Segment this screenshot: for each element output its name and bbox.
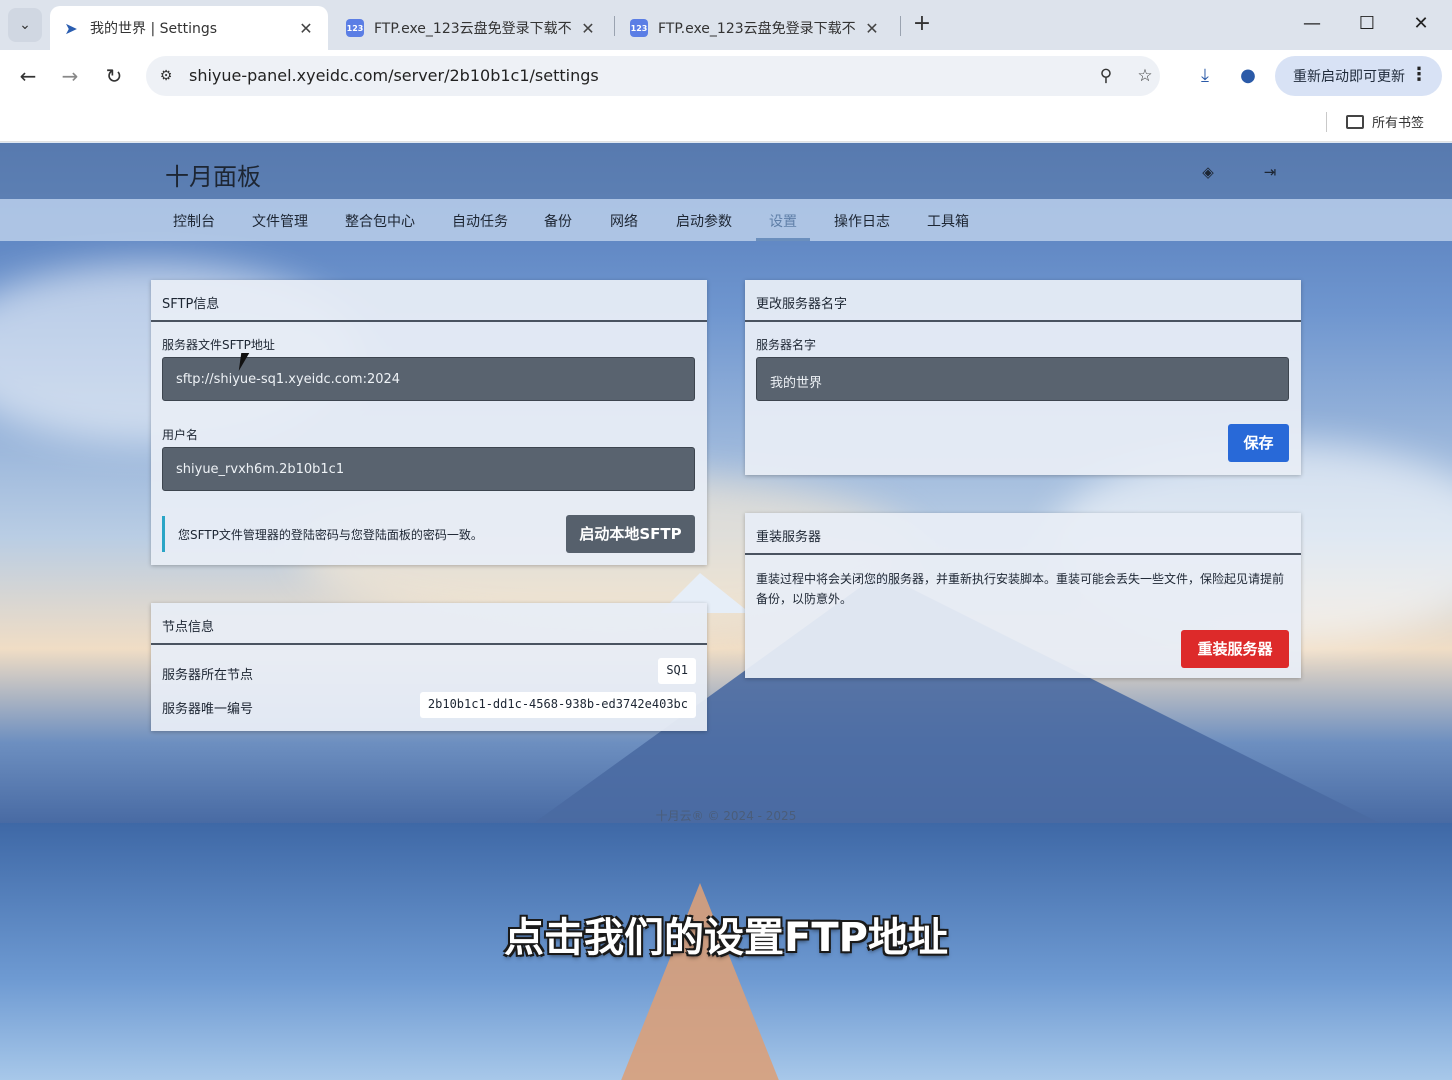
all-bookmarks-label: 所有书签 bbox=[1372, 116, 1425, 131]
profile-icon[interactable]: ● bbox=[1234, 62, 1262, 90]
save-button[interactable]: 保存 bbox=[1228, 424, 1289, 462]
bookmarks-divider bbox=[1326, 112, 1327, 132]
sftp-password-note: 您SFTP文件管理器的登陆密码与您登陆面板的密码一致。 bbox=[162, 516, 552, 552]
address-bar[interactable]: ⚙ shiyue-panel.xyeidc.com/server/2b10b1c… bbox=[146, 56, 1160, 96]
close-icon[interactable]: ✕ bbox=[862, 19, 882, 38]
rename-card: 更改服务器名字 服务器名字 我的世界 保存 bbox=[745, 280, 1301, 475]
reinstall-description: 重装过程中将会关闭您的服务器，并重新执行安装脚本。重装可能会丢失一些文件，保险起… bbox=[756, 572, 1285, 606]
minimize-button[interactable]: — bbox=[1289, 8, 1335, 40]
server-id-value: 2b10b1c1-dd1c-4568-938b-ed3742e403bc bbox=[419, 692, 696, 718]
reinstall-server-button[interactable]: 重装服务器 bbox=[1181, 630, 1289, 668]
zoom-icon[interactable]: ⚲ bbox=[1094, 64, 1118, 88]
download-icon[interactable]: ⤓ bbox=[1191, 62, 1219, 90]
tab-search-button[interactable]: ⌄ bbox=[8, 8, 42, 42]
start-local-sftp-button[interactable]: 启动本地SFTP bbox=[566, 515, 695, 553]
tab-title: FTP.exe_123云盘免登录下载不 bbox=[658, 21, 856, 37]
tab-title: 我的世界 | Settings bbox=[90, 21, 218, 37]
nav-schedules[interactable]: 自动任务 bbox=[452, 211, 508, 231]
nav-backups[interactable]: 备份 bbox=[544, 211, 572, 231]
video-subtitle: 点击我们的设置FTP地址 bbox=[504, 915, 948, 961]
nav-settings[interactable]: 设置 bbox=[769, 211, 797, 231]
browser-toolbar: ← → ↻ ⚙ shiyue-panel.xyeidc.com/server/2… bbox=[0, 50, 1452, 102]
all-bookmarks-button[interactable]: 所有书签 bbox=[1346, 112, 1424, 131]
tab-divider bbox=[900, 16, 901, 36]
back-button[interactable]: ← bbox=[14, 62, 42, 90]
url-text[interactable]: shiyue-panel.xyeidc.com/server/2b10b1c1/… bbox=[189, 66, 599, 85]
logout-icon[interactable]: ⇥ bbox=[1259, 161, 1281, 183]
sftp-card-header: SFTP信息 bbox=[151, 280, 707, 322]
bookmarks-bar: 所有书签 bbox=[0, 102, 1452, 142]
maximize-button[interactable]: ☐ bbox=[1344, 8, 1390, 40]
sftp-username-field[interactable]: shiyue_rvxh6m.2b10b1c1 bbox=[162, 447, 695, 491]
sftp-address-label: 服务器文件SFTP地址 bbox=[162, 338, 275, 352]
node-info-card: 节点信息 服务器所在节点 SQ1 服务器唯一编号 2b10b1c1-dd1c-4… bbox=[151, 603, 707, 731]
nav-toolbox[interactable]: 工具箱 bbox=[927, 211, 969, 231]
nav-console[interactable]: 控制台 bbox=[173, 211, 215, 231]
nav-active-indicator bbox=[756, 238, 810, 241]
tab-123pan-1[interactable]: 123 FTP.exe_123云盘免登录下载不 ✕ bbox=[334, 6, 610, 50]
server-name-field[interactable]: 我的世界 bbox=[756, 357, 1289, 401]
page-content: 十月面板 ◈ ⇥ 控制台 文件管理 整合包中心 自动任务 备份 网络 启动参数 … bbox=[0, 143, 1452, 1080]
window-close-button[interactable]: ✕ bbox=[1398, 8, 1444, 40]
bird-icon: ➤ bbox=[64, 18, 78, 38]
close-icon[interactable]: ✕ bbox=[578, 19, 598, 38]
new-tab-button[interactable]: + bbox=[908, 10, 936, 38]
layers-icon[interactable]: ◈ bbox=[1197, 161, 1219, 183]
nav-modpacks[interactable]: 整合包中心 bbox=[345, 211, 415, 231]
update-label: 重新启动即可更新 bbox=[1293, 69, 1405, 85]
tab-settings[interactable]: ➤ 我的世界 | Settings ✕ bbox=[50, 6, 328, 50]
server-id-label: 服务器唯一编号 bbox=[162, 702, 254, 717]
tab-strip: ⌄ ➤ 我的世界 | Settings ✕ 123 FTP.exe_123云盘免… bbox=[0, 0, 1452, 50]
more-menu-icon[interactable]: ⋮ bbox=[1410, 64, 1428, 85]
nav-files[interactable]: 文件管理 bbox=[252, 211, 308, 231]
panel-footer: 十月云® © 2024 - 2025 bbox=[655, 809, 797, 823]
forward-button[interactable]: → bbox=[56, 62, 84, 90]
reload-button[interactable]: ↻ bbox=[100, 62, 128, 90]
nav-activity-log[interactable]: 操作日志 bbox=[834, 211, 890, 231]
123pan-icon: 123 bbox=[630, 19, 648, 37]
sftp-card: SFTP信息 服务器文件SFTP地址 sftp://shiyue-sq1.xye… bbox=[151, 280, 707, 565]
nav-startup[interactable]: 启动参数 bbox=[676, 211, 732, 231]
star-icon[interactable]: ☆ bbox=[1133, 64, 1157, 88]
panel-title: 十月面板 bbox=[165, 163, 261, 191]
123pan-icon: 123 bbox=[346, 19, 364, 37]
folder-icon bbox=[1346, 114, 1364, 129]
chevron-down-icon: ⌄ bbox=[19, 17, 31, 33]
panel-nav: 控制台 文件管理 整合包中心 自动任务 备份 网络 启动参数 设置 操作日志 工… bbox=[0, 199, 1452, 241]
node-label: 服务器所在节点 bbox=[162, 668, 254, 683]
rename-card-header: 更改服务器名字 bbox=[745, 280, 1301, 322]
server-name-label: 服务器名字 bbox=[756, 338, 817, 352]
node-value: SQ1 bbox=[658, 658, 696, 684]
node-info-header: 节点信息 bbox=[151, 603, 707, 645]
tab-divider bbox=[614, 16, 615, 36]
update-button[interactable]: 重新启动即可更新 ⋮ bbox=[1275, 56, 1442, 96]
tab-123pan-2[interactable]: 123 FTP.exe_123云盘免登录下载不 ✕ bbox=[618, 6, 894, 50]
tab-title: FTP.exe_123云盘免登录下载不 bbox=[374, 21, 572, 37]
reinstall-card-header: 重装服务器 bbox=[745, 513, 1301, 555]
close-icon[interactable]: ✕ bbox=[296, 19, 316, 38]
sftp-username-label: 用户名 bbox=[162, 428, 199, 442]
nav-network[interactable]: 网络 bbox=[610, 211, 638, 231]
site-settings-icon[interactable]: ⚙ bbox=[156, 66, 176, 86]
reinstall-card: 重装服务器 重装过程中将会关闭您的服务器，并重新执行安装脚本。重装可能会丢失一些… bbox=[745, 513, 1301, 678]
panel-header: 十月面板 ◈ ⇥ bbox=[0, 143, 1452, 199]
